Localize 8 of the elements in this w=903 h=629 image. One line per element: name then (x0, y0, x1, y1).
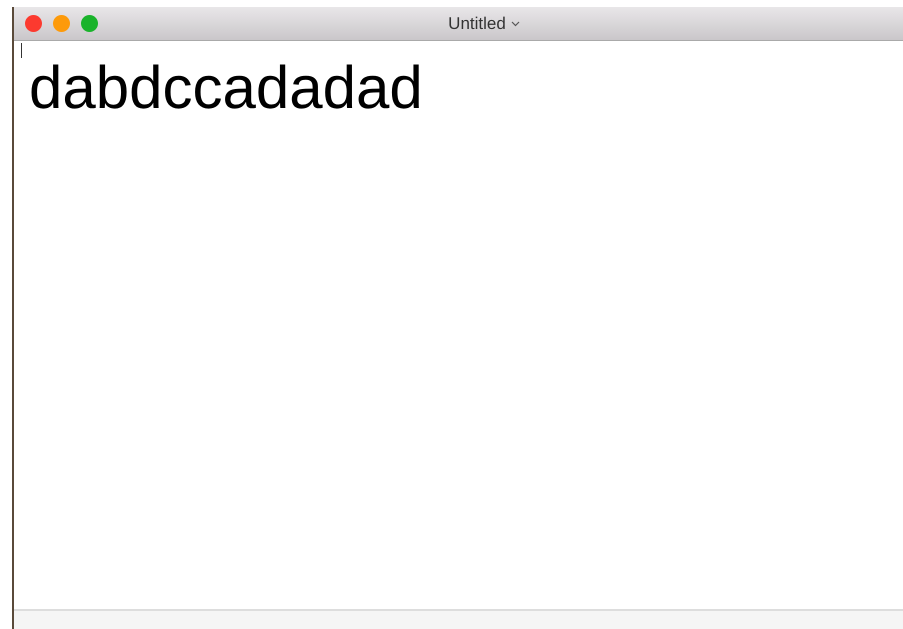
window-title: Untitled (448, 14, 506, 34)
minimize-button[interactable] (53, 15, 70, 32)
document-text: dabdccadadad (29, 53, 423, 123)
text-caret (21, 43, 22, 58)
zoom-button[interactable] (81, 15, 98, 32)
text-editor[interactable]: dabdccadadad (14, 41, 903, 611)
close-button[interactable] (25, 15, 42, 32)
chevron-icon[interactable] (510, 20, 520, 26)
